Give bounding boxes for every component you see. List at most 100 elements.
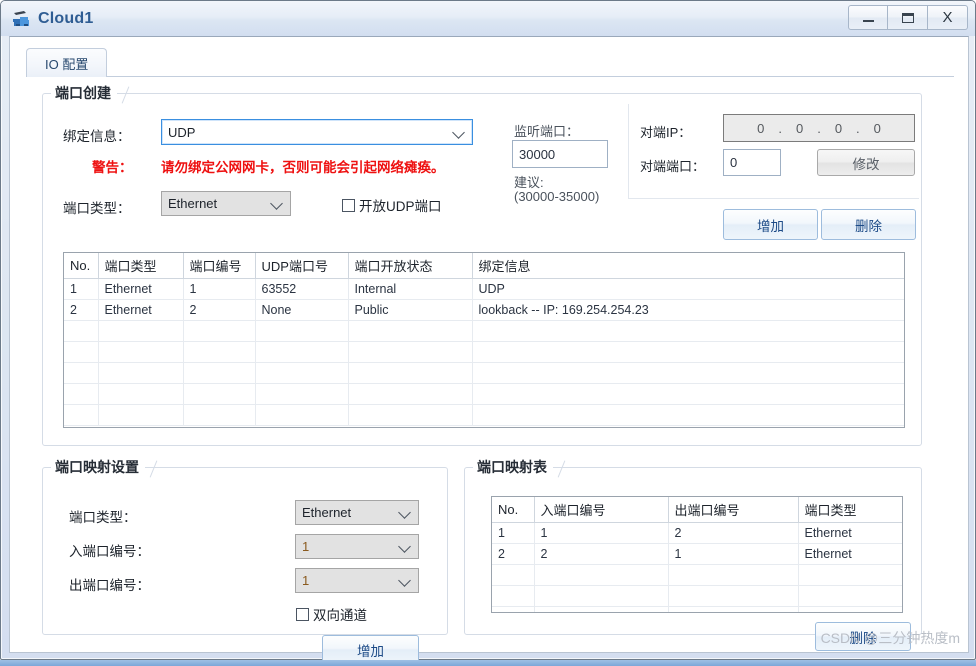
port-table-col-bind: 绑定信息 (472, 253, 904, 279)
port-type-combobox[interactable]: Ethernet (161, 191, 291, 216)
warning-text: 请勿绑定公网网卡，否则可能会引起网络瘫痪。 (161, 160, 445, 175)
dialog-window: Cloud1 X IO 配置 端口创建 绑定信息： UDP 警告： 请勿绑定公网… (0, 0, 976, 664)
table-row[interactable]: 1 Ethernet 1 63552 Internal UDP (64, 278, 904, 300)
peer-ip-octet-4: 0 (873, 120, 881, 136)
bidirectional-checkbox[interactable]: 双向通道 (296, 604, 367, 624)
map-row1-in: 1 (534, 522, 669, 544)
add-port-button[interactable]: 增加 (723, 209, 818, 240)
port-row2-no: 2 (64, 299, 99, 321)
port-table-header-row: No. 端口类型 端口编号 UDP端口号 端口开放状态 绑定信息 (64, 253, 904, 279)
map-add-button-label: 增加 (357, 643, 384, 659)
peer-port-input[interactable]: 0 (723, 149, 781, 176)
csdn-watermark: CSDN @三分钟热度m (820, 630, 960, 646)
tab-strip: IO 配置 (26, 48, 954, 77)
port-row1-udp: 63552 (255, 278, 349, 300)
listen-port-value: 30000 (519, 146, 556, 162)
peer-ip-dot-2: . (817, 120, 821, 136)
map-out-port-value: 1 (302, 573, 310, 588)
port-row1-state: Internal (348, 278, 473, 300)
map-out-port-label: 出端口编号： (69, 578, 150, 593)
window-controls: X (848, 5, 968, 31)
peer-ip-dot-1: . (778, 120, 782, 136)
table-row-empty[interactable] (64, 383, 904, 405)
map-table-col-out: 出端口编号 (668, 497, 799, 523)
bidirectional-label: 双向通道 (313, 608, 367, 623)
port-table-col-number: 端口编号 (183, 253, 256, 279)
port-type-label: 端口类型： (63, 201, 131, 216)
listen-port-input[interactable]: 30000 (512, 140, 608, 168)
bind-info-value: UDP (168, 124, 196, 140)
add-port-button-label: 增加 (757, 218, 784, 234)
maximize-button[interactable] (888, 5, 928, 30)
bind-info-combobox[interactable]: UDP (161, 119, 473, 145)
port-map-table[interactable]: No. 入端口编号 出端口编号 端口类型 1 1 2 Ethernet 2 2 … (491, 496, 903, 613)
map-row1-no: 1 (492, 522, 535, 544)
port-row2-number: 2 (183, 299, 256, 321)
port-row2-bind: lookback -- IP: 169.254.254.23 (472, 299, 904, 321)
chevron-down-icon (271, 197, 284, 210)
warning-label: 警告： (92, 160, 133, 175)
port-create-group: 端口创建 绑定信息： UDP 警告： 请勿绑定公网网卡，否则可能会引起网络瘫痪。… (42, 83, 922, 446)
port-create-group-title: 端口创建 (51, 83, 117, 103)
peer-ip-input[interactable]: 0 . 0 . 0 . 0 (723, 114, 915, 142)
map-port-type-combobox[interactable]: Ethernet (295, 500, 419, 525)
modify-button-label: 修改 (852, 156, 880, 172)
map-row2-out: 1 (668, 543, 799, 565)
open-udp-port-checkbox[interactable]: 开放UDP端口 (342, 195, 442, 215)
port-row1-number: 1 (183, 278, 256, 300)
title-bar: Cloud1 X (1, 1, 975, 36)
map-row2-in: 2 (534, 543, 669, 565)
map-in-port-combobox[interactable]: 1 (295, 534, 419, 559)
taskbar-strip (0, 660, 976, 666)
port-type-value: Ethernet (168, 196, 218, 211)
table-row-empty[interactable] (64, 404, 904, 426)
table-row-empty[interactable] (492, 585, 902, 607)
port-table-col-state: 端口开放状态 (348, 253, 473, 279)
table-row-empty[interactable] (492, 564, 902, 586)
minimize-button[interactable] (848, 5, 888, 30)
map-row1-type: Ethernet (798, 522, 902, 544)
port-row2-udp: None (255, 299, 349, 321)
checkbox-box-icon (342, 198, 355, 212)
table-row-empty[interactable] (64, 320, 904, 342)
close-icon: X (942, 9, 953, 26)
minimize-icon (862, 20, 874, 22)
map-in-port-label: 入端口编号： (69, 544, 150, 559)
map-port-type-label: 端口类型： (69, 510, 137, 525)
bind-info-label: 绑定信息： (63, 129, 131, 144)
modify-button[interactable]: 修改 (817, 149, 915, 176)
cloud-device-icon (11, 8, 33, 30)
map-row2-type: Ethernet (798, 543, 902, 565)
window-title: Cloud1 (38, 9, 94, 27)
port-map-table-title: 端口映射表 (473, 457, 553, 477)
port-row1-type: Ethernet (98, 278, 184, 300)
table-row[interactable]: 1 1 2 Ethernet (492, 522, 902, 544)
port-row1-bind: UDP (472, 278, 904, 300)
port-table-col-udp: UDP端口号 (255, 253, 349, 279)
peer-port-value: 0 (730, 155, 738, 170)
table-row[interactable]: 2 2 1 Ethernet (492, 543, 902, 565)
table-row[interactable]: 2 Ethernet 2 None Public lookback -- IP:… (64, 299, 904, 321)
port-row1-no: 1 (64, 278, 99, 300)
tab-io-config[interactable]: IO 配置 (26, 48, 108, 77)
client-area: IO 配置 端口创建 绑定信息： UDP 警告： 请勿绑定公网网卡，否则可能会引… (9, 36, 969, 664)
close-button[interactable]: X (928, 5, 968, 30)
port-table-grid: No. 端口类型 端口编号 UDP端口号 端口开放状态 绑定信息 1 Ether… (64, 253, 904, 426)
table-row-empty[interactable] (64, 362, 904, 384)
map-out-port-combobox[interactable]: 1 (295, 568, 419, 593)
port-map-table-group: 端口映射表 No. 入端口编号 出端口编号 端口类型 1 1 2 Etherne… (464, 457, 922, 651)
delete-port-button-label: 删除 (855, 218, 882, 234)
peer-ip-octet-3: 0 (834, 120, 843, 136)
port-map-table-grid: No. 入端口编号 出端口编号 端口类型 1 1 2 Ethernet 2 2 … (492, 497, 902, 612)
checkbox-box-icon (296, 607, 309, 621)
table-row-empty[interactable] (492, 606, 902, 612)
map-in-port-value: 1 (302, 539, 310, 554)
delete-port-button[interactable]: 删除 (821, 209, 916, 240)
table-row-empty[interactable] (64, 341, 904, 363)
map-port-type-value: Ethernet (302, 505, 352, 520)
port-table[interactable]: No. 端口类型 端口编号 UDP端口号 端口开放状态 绑定信息 1 Ether… (63, 252, 905, 428)
port-row2-state: Public (348, 299, 473, 321)
chevron-down-icon (399, 574, 412, 587)
port-table-col-type: 端口类型 (98, 253, 184, 279)
map-table-col-in: 入端口编号 (534, 497, 669, 523)
